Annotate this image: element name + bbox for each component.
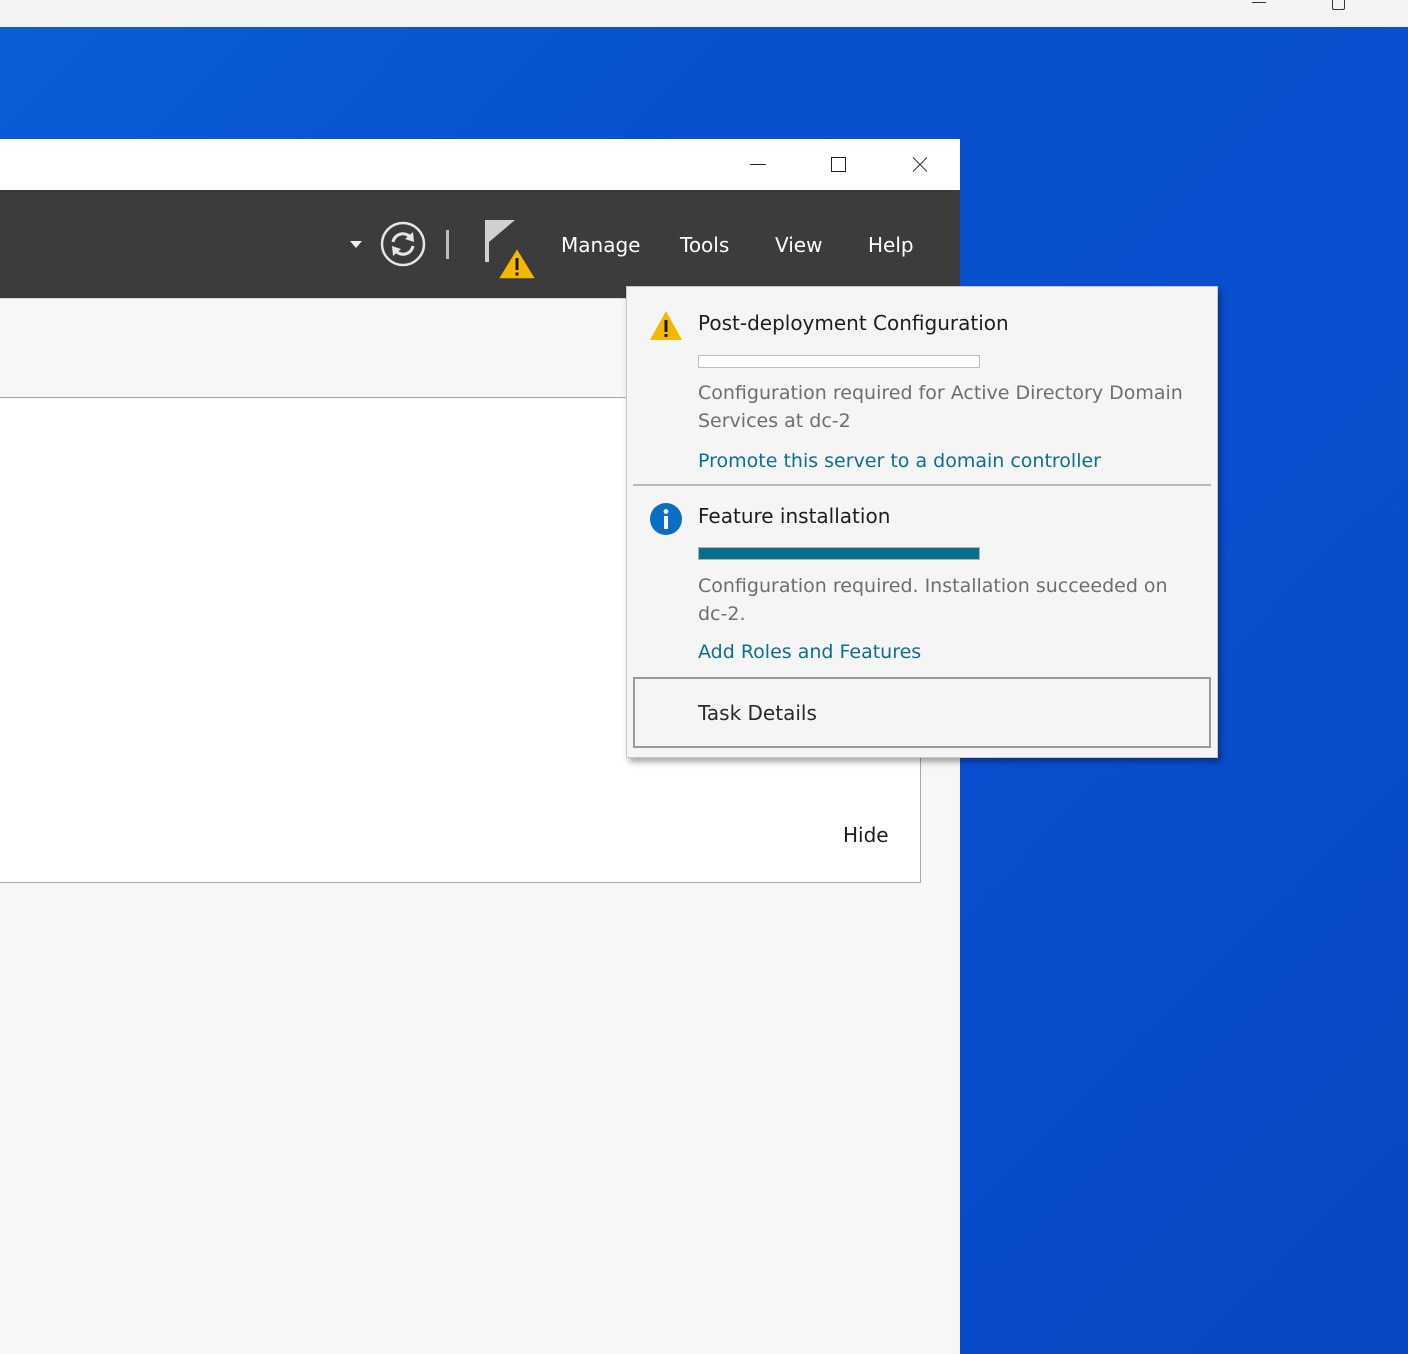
host-minimize-button[interactable] xyxy=(1240,0,1280,12)
maximize-button[interactable] xyxy=(798,139,878,190)
chevron-down-icon[interactable] xyxy=(350,241,362,248)
menu-manage[interactable]: Manage xyxy=(561,230,640,260)
desktop-background: Manage Tools View Help Hide Post-deploym… xyxy=(0,0,1408,1354)
window-titlebar xyxy=(0,139,960,190)
hide-link[interactable]: Hide xyxy=(843,820,889,850)
add-roles-features-link[interactable]: Add Roles and Features xyxy=(698,638,921,666)
notification-description: Configuration required for Active Direct… xyxy=(698,382,1183,432)
notification-title: Post-deployment Configuration xyxy=(698,311,1009,335)
menu-tools[interactable]: Tools xyxy=(680,230,729,260)
task-details-button[interactable]: Task Details xyxy=(633,677,1211,748)
notifications-popup: Post-deployment Configuration Configurat… xyxy=(626,286,1218,758)
host-restore-button[interactable] xyxy=(1320,0,1360,12)
notification-description: Configuration required. Installation suc… xyxy=(698,575,1168,625)
notification-title: Feature installation xyxy=(698,504,891,528)
minimize-button[interactable] xyxy=(718,139,798,190)
notifications-flag-icon[interactable] xyxy=(482,218,538,282)
close-button[interactable] xyxy=(879,139,959,190)
notification-item: Post-deployment Configuration Configurat… xyxy=(627,287,1217,485)
divider xyxy=(633,484,1211,486)
menu-help[interactable]: Help xyxy=(868,230,914,260)
menu-view[interactable]: View xyxy=(775,230,822,260)
info-icon xyxy=(649,502,683,536)
header-separator xyxy=(446,230,449,259)
progress-fill xyxy=(699,548,979,559)
warning-icon xyxy=(649,309,683,343)
server-manager-header: Manage Tools View Help xyxy=(0,190,960,298)
promote-domain-controller-link[interactable]: Promote this server to a domain controll… xyxy=(698,447,1101,475)
host-window-titlebar xyxy=(0,0,1408,27)
notification-item: Feature installation Configuration requi… xyxy=(627,487,1217,675)
task-details-label: Task Details xyxy=(698,701,817,725)
progress-bar xyxy=(698,355,980,368)
progress-bar xyxy=(698,547,980,560)
refresh-icon[interactable] xyxy=(380,221,426,267)
